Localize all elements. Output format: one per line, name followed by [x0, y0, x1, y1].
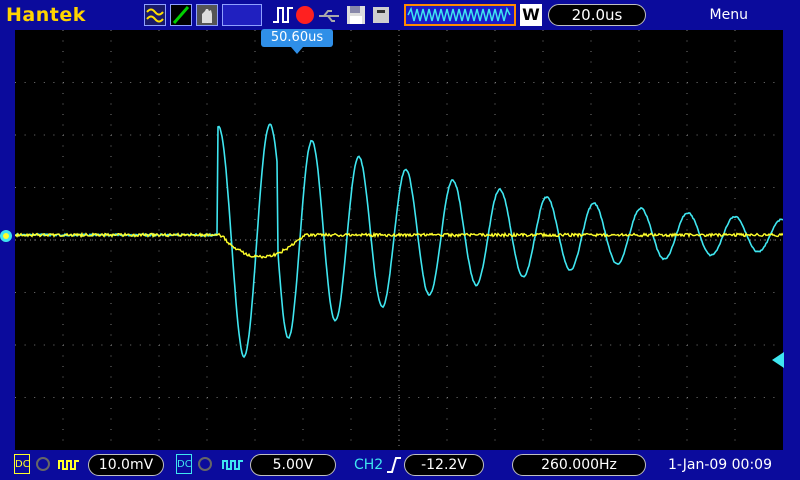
- ch2-bandwidth-icon: [198, 457, 212, 471]
- waveform-traces: [15, 30, 783, 450]
- ch1-bandwidth-icon: [36, 457, 50, 471]
- bottom-status-bar: DC 10.0mV DC 5.00V CH2 -12.2V 260.000Hz …: [0, 452, 800, 480]
- ch1-volts-div[interactable]: 10.0mV: [88, 454, 164, 476]
- ch1-trace: [15, 234, 783, 258]
- datetime: 1-Jan-09 00:09: [668, 457, 772, 473]
- run-stop-indicator-icon[interactable]: [296, 6, 314, 24]
- print-icon[interactable]: [372, 5, 392, 29]
- ch2-probe-icon: [222, 456, 244, 475]
- ch2-coupling[interactable]: DC: [176, 454, 192, 474]
- save-disk-icon[interactable]: [346, 5, 366, 29]
- timebase-readout[interactable]: 20.0us: [548, 4, 646, 26]
- trigger-pulse-icon[interactable]: [272, 6, 294, 28]
- ch2-volts-div[interactable]: 5.00V: [250, 454, 336, 476]
- rising-edge-icon: [386, 456, 402, 478]
- ch1-coupling[interactable]: DC: [14, 454, 30, 474]
- trigger-level[interactable]: -12.2V: [404, 454, 484, 476]
- usb-icon: [318, 8, 340, 27]
- acquire-box[interactable]: [222, 4, 262, 26]
- ch2-trace: [15, 124, 783, 357]
- channel-ground-marker-icon[interactable]: [0, 230, 12, 242]
- trigger-position-marker[interactable]: 50.60us: [261, 29, 333, 47]
- trigger-level-arrow-icon[interactable]: [772, 352, 784, 368]
- brand-logo: Hantek: [6, 4, 86, 26]
- memory-overview[interactable]: [404, 4, 516, 26]
- slope-icon[interactable]: [170, 4, 192, 26]
- menu-button[interactable]: Menu: [710, 7, 748, 23]
- top-bar: Hantek W 20.0us Menu: [0, 0, 800, 30]
- timebase-mode-badge: W: [520, 4, 542, 26]
- trigger-source[interactable]: CH2: [354, 457, 383, 473]
- trigger-position-arrow-icon: [291, 47, 303, 54]
- frequency-readout: 260.000Hz: [512, 454, 646, 476]
- wave-ac-icon[interactable]: [144, 4, 166, 26]
- waveform-display: [15, 30, 783, 450]
- hand-icon[interactable]: [196, 4, 218, 26]
- ch1-probe-icon: [58, 456, 80, 475]
